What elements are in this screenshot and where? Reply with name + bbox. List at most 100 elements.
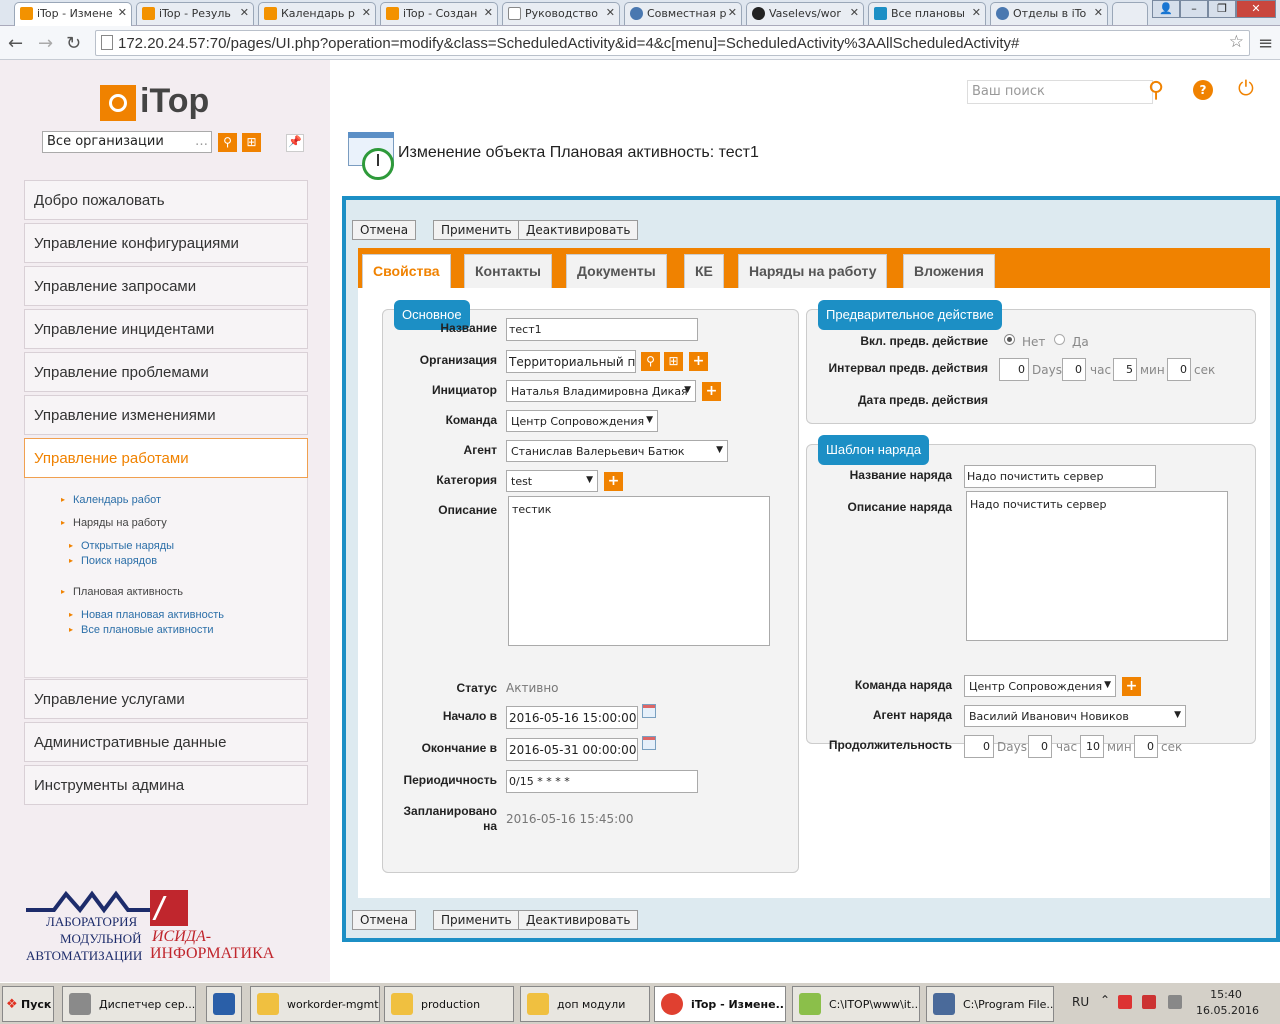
pre-mins-field[interactable]: 5 [1113,358,1137,381]
tab-documents[interactable]: Документы [566,254,667,288]
tab-workorders[interactable]: Наряды на работу [738,254,888,288]
hierarchy-icon[interactable]: ⊞ [664,352,683,371]
window-close-icon[interactable]: ✕ [1236,0,1276,18]
description-textarea[interactable]: тестик [508,496,770,646]
address-bar[interactable]: 172.20.24.57:70/pages/UI.php?operation=m… [95,30,1250,56]
power-icon[interactable]: ⏻ [1238,76,1254,100]
taskbar-item[interactable]: production [384,986,514,1022]
submenu-open-workorders[interactable]: ▸ Открытые наряды [69,540,174,552]
cancel-button-bottom[interactable]: Отмена [352,910,417,930]
browser-tab[interactable]: iTop - Создан ✕ [380,2,498,25]
add-template-team-button[interactable]: + [1122,677,1141,696]
pre-hours-field[interactable]: 0 [1062,358,1086,381]
submenu-new-scheduled[interactable]: ▸ Новая плановая активность [69,609,224,621]
agent-select[interactable]: Станислав Валерьевич Батюк ▼ [506,440,728,462]
menu-icon[interactable]: ≡ [1258,33,1273,54]
close-icon[interactable]: ✕ [240,6,249,19]
deactivate-button-bottom[interactable]: Деактивировать [518,910,639,930]
browser-tab[interactable]: iTop - Резуль ✕ [136,2,254,25]
start-button[interactable]: ❖ Пуск [2,986,54,1022]
name-field[interactable]: тест1 [506,318,698,341]
add-initiator-button[interactable]: + [702,382,721,401]
tab-contacts[interactable]: Контакты [464,254,553,288]
browser-tab[interactable]: Vaselevs/wor ✕ [746,2,864,25]
taskbar-item[interactable]: workorder-mgmt [250,986,380,1022]
menu-item-admin-tools[interactable]: Инструменты админа [24,765,308,805]
search-icon[interactable]: ⚲ [218,133,237,152]
close-icon[interactable]: ✕ [728,6,737,19]
browser-tab[interactable]: Календарь р ✕ [258,2,376,25]
clock-date[interactable]: 16.05.2016 [1196,1004,1259,1017]
taskbar-item[interactable]: C:\Program File... [926,986,1054,1022]
browser-tab[interactable]: Отделы в iTo ✕ [990,2,1108,25]
taskbar-item[interactable]: доп модули [520,986,650,1022]
organization-select[interactable]: Все организации… [42,131,212,153]
menu-item-services[interactable]: Управление услугами [24,679,308,719]
duration-days-field[interactable]: 0 [964,735,994,758]
add-category-button[interactable]: + [604,472,623,491]
tray-expand-icon[interactable]: ⌃ [1100,993,1110,1007]
close-icon[interactable]: ✕ [362,6,371,19]
end-field[interactable]: 2016-05-31 00:00:00 [506,738,638,761]
template-name-field[interactable]: Надо почистить сервер [964,465,1156,488]
menu-item-requests[interactable]: Управление запросами [24,266,308,306]
calendar-icon[interactable] [642,704,656,718]
menu-item-changes[interactable]: Управление изменениями [24,395,308,435]
menu-item-works[interactable]: Управление работами [24,438,308,478]
close-icon[interactable]: ✕ [1094,6,1103,19]
start-field[interactable]: 2016-05-16 15:00:00 [506,706,638,729]
duration-hours-field[interactable]: 0 [1028,735,1052,758]
pre-secs-field[interactable]: 0 [1167,358,1191,381]
menu-item-admin-data[interactable]: Административные данные [24,722,308,762]
close-icon[interactable]: ✕ [850,6,859,19]
close-icon[interactable]: ✕ [484,6,493,19]
reload-icon[interactable]: ↻ [66,33,81,54]
team-select[interactable]: Центр Сопровождения ▼ [506,410,658,432]
minimize-icon[interactable]: – [1180,0,1208,18]
deactivate-button[interactable]: Деактивировать [518,220,639,240]
radio-no[interactable] [1004,334,1015,345]
menu-item-incidents[interactable]: Управление инцидентами [24,309,308,349]
tab-properties[interactable]: Свойства [362,254,451,288]
cancel-button[interactable]: Отмена [352,220,417,240]
periodicity-field[interactable]: 0/15 * * * * [506,770,698,793]
taskbar-item[interactable]: iTop - Измене... [654,986,786,1022]
organization-field[interactable]: Территориальный пункт [506,350,636,373]
network-icon[interactable] [1168,995,1182,1009]
tab-ci[interactable]: КЕ [684,254,724,288]
search-icon[interactable]: ⚲ [1148,78,1164,103]
back-icon[interactable]: ← [8,33,23,54]
help-icon[interactable]: ? [1193,80,1213,100]
new-tab-button[interactable] [1112,2,1148,25]
template-desc-textarea[interactable]: Надо почистить сервер [966,491,1228,641]
pre-days-field[interactable]: 0 [999,358,1029,381]
restore-icon[interactable]: ❐ [1208,0,1236,18]
search-icon[interactable]: ⚲ [641,352,660,371]
tab-attachments[interactable]: Вложения [903,254,995,288]
submenu-all-scheduled[interactable]: ▸ Все плановые активности [69,624,214,636]
browser-tab[interactable]: iTop - Измене ✕ [14,2,132,26]
bookmark-star-icon[interactable]: ☆ [1229,32,1244,52]
taskbar-item[interactable] [206,986,242,1022]
apply-button-bottom[interactable]: Применить [433,910,520,930]
duration-mins-field[interactable]: 10 [1080,735,1104,758]
submenu-calendar[interactable]: ▸ Календарь работ [61,494,161,506]
user-icon[interactable]: 👤 [1152,0,1180,18]
pin-icon[interactable]: 📌 [286,134,304,152]
category-select[interactable]: test ▼ [506,470,598,492]
template-team-select[interactable]: Центр Сопровождения ▼ [964,675,1116,697]
forward-icon[interactable]: → [38,33,53,54]
close-icon[interactable]: ✕ [606,6,615,19]
tray-icon[interactable] [1142,995,1156,1009]
close-icon[interactable]: ✕ [118,6,127,19]
radio-yes[interactable] [1054,334,1065,345]
tray-icon[interactable] [1118,995,1132,1009]
menu-item-config[interactable]: Управление конфигурациями [24,223,308,263]
duration-secs-field[interactable]: 0 [1134,735,1158,758]
template-agent-select[interactable]: Василий Иванович Новиков ▼ [964,705,1186,727]
hierarchy-icon[interactable]: ⊞ [242,133,261,152]
language-indicator[interactable]: RU [1072,995,1089,1009]
close-icon[interactable]: ✕ [972,6,981,19]
clock-time[interactable]: 15:40 [1196,988,1256,1001]
calendar-icon[interactable] [642,736,656,750]
